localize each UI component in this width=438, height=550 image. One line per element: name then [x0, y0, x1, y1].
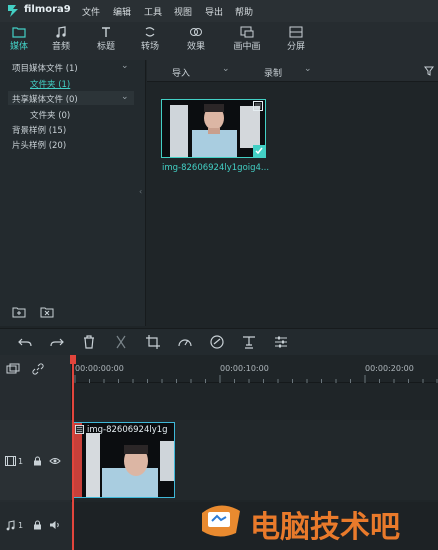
- import-button[interactable]: 导入: [172, 66, 190, 79]
- library-project-folder[interactable]: 文件夹 (1): [30, 78, 70, 90]
- music-note-icon: [56, 26, 66, 38]
- tab-transitions-label: 转场: [140, 42, 159, 52]
- tab-media[interactable]: 媒体: [0, 24, 38, 58]
- import-dropdown-icon[interactable]: ⌄: [222, 64, 230, 74]
- playhead[interactable]: [72, 355, 74, 550]
- undo-icon[interactable]: [17, 334, 33, 350]
- folder-icon: [12, 27, 26, 38]
- chevron-down-icon[interactable]: ⌄: [121, 61, 129, 71]
- thumbnail-image: [162, 100, 265, 157]
- library-shared-media[interactable]: 共享媒体文件 (0): [12, 93, 78, 105]
- video-track-number: 1: [18, 457, 24, 466]
- chevron-down-icon[interactable]: ⌄: [121, 92, 129, 102]
- check-icon: [255, 147, 263, 155]
- redo-icon[interactable]: [49, 334, 65, 350]
- tab-audio-label: 音频: [51, 42, 70, 52]
- delete-icon[interactable]: [81, 334, 97, 350]
- tab-effects[interactable]: 效果: [177, 24, 215, 58]
- tab-titles-label: 标题: [96, 42, 115, 52]
- menu-view[interactable]: 视图: [174, 5, 192, 18]
- filter-icon[interactable]: [424, 66, 434, 76]
- app-brand: filmora9: [24, 4, 71, 15]
- library-backgrounds[interactable]: 背景样例 (15): [12, 124, 66, 136]
- audio-adjust-icon[interactable]: [273, 334, 289, 350]
- text-title-icon: [102, 27, 110, 37]
- tab-pip-label: 画中画: [233, 42, 261, 52]
- green-screen-icon[interactable]: [241, 334, 257, 350]
- menu-edit[interactable]: 编辑: [113, 5, 131, 18]
- menu-export[interactable]: 导出: [205, 5, 223, 18]
- empty-track-area: [72, 383, 438, 420]
- tab-pip[interactable]: 画中画: [226, 24, 268, 58]
- cut-icon[interactable]: [113, 334, 129, 350]
- filmora-logo-icon: [8, 5, 18, 17]
- image-type-icon: [253, 101, 263, 111]
- tab-transitions[interactable]: 转场: [131, 24, 169, 58]
- menu-tools[interactable]: 工具: [144, 5, 162, 18]
- playhead-handle[interactable]: [70, 355, 76, 364]
- media-item-name: img-82606924ly1goig4...: [162, 163, 270, 173]
- record-dropdown-icon[interactable]: ⌄: [304, 64, 312, 74]
- split-screen-icon: [289, 26, 303, 38]
- speed-icon[interactable]: [177, 334, 193, 350]
- collapse-panel-arrow-icon[interactable]: ‹: [139, 187, 142, 196]
- new-folder-icon[interactable]: [12, 306, 26, 318]
- delete-folder-icon[interactable]: [40, 306, 54, 318]
- crop-icon[interactable]: [145, 334, 161, 350]
- timecode-0: 00:00:00:00: [75, 364, 124, 373]
- menu-help[interactable]: 帮助: [235, 5, 253, 18]
- lock-icon[interactable]: [33, 520, 42, 530]
- eye-icon[interactable]: [49, 457, 61, 465]
- tab-split-screen-label: 分屏: [286, 42, 305, 52]
- menu-file[interactable]: 文件: [82, 5, 100, 18]
- library-project-media[interactable]: 项目媒体文件 (1): [12, 62, 78, 74]
- media-thumbnail[interactable]: [161, 99, 266, 158]
- library-intros[interactable]: 片头样例 (20): [12, 139, 66, 151]
- watermark-text: 电脑技术吧: [250, 510, 400, 545]
- watermark-logo: [202, 505, 240, 537]
- record-button[interactable]: 录制: [264, 66, 282, 79]
- link-icon[interactable]: [32, 363, 44, 375]
- timecode-20: 00:00:20:00: [365, 364, 414, 373]
- library-shared-folder[interactable]: 文件夹 (0): [30, 109, 70, 121]
- tab-titles[interactable]: 标题: [87, 24, 125, 58]
- tab-split-screen[interactable]: 分屏: [277, 24, 315, 58]
- speaker-icon[interactable]: [49, 520, 61, 530]
- lock-icon[interactable]: [33, 456, 42, 466]
- timecode-10: 00:00:10:00: [220, 364, 269, 373]
- color-icon[interactable]: [209, 334, 225, 350]
- add-track-icon[interactable]: [6, 363, 20, 375]
- tab-audio[interactable]: 音频: [42, 24, 80, 58]
- clip-name: img-82606924ly1g: [87, 425, 168, 435]
- media-toolbar: [147, 60, 438, 82]
- effects-icon: [190, 28, 202, 36]
- audio-track-icon: [6, 520, 15, 531]
- transition-icon: [145, 27, 155, 37]
- video-track-icon: [5, 456, 16, 466]
- clip-image-icon: [75, 425, 84, 434]
- tab-media-label: 媒体: [9, 42, 28, 52]
- tab-effects-label: 效果: [186, 42, 205, 52]
- picture-in-picture-icon: [240, 26, 254, 38]
- audio-track-number: 1: [18, 521, 24, 530]
